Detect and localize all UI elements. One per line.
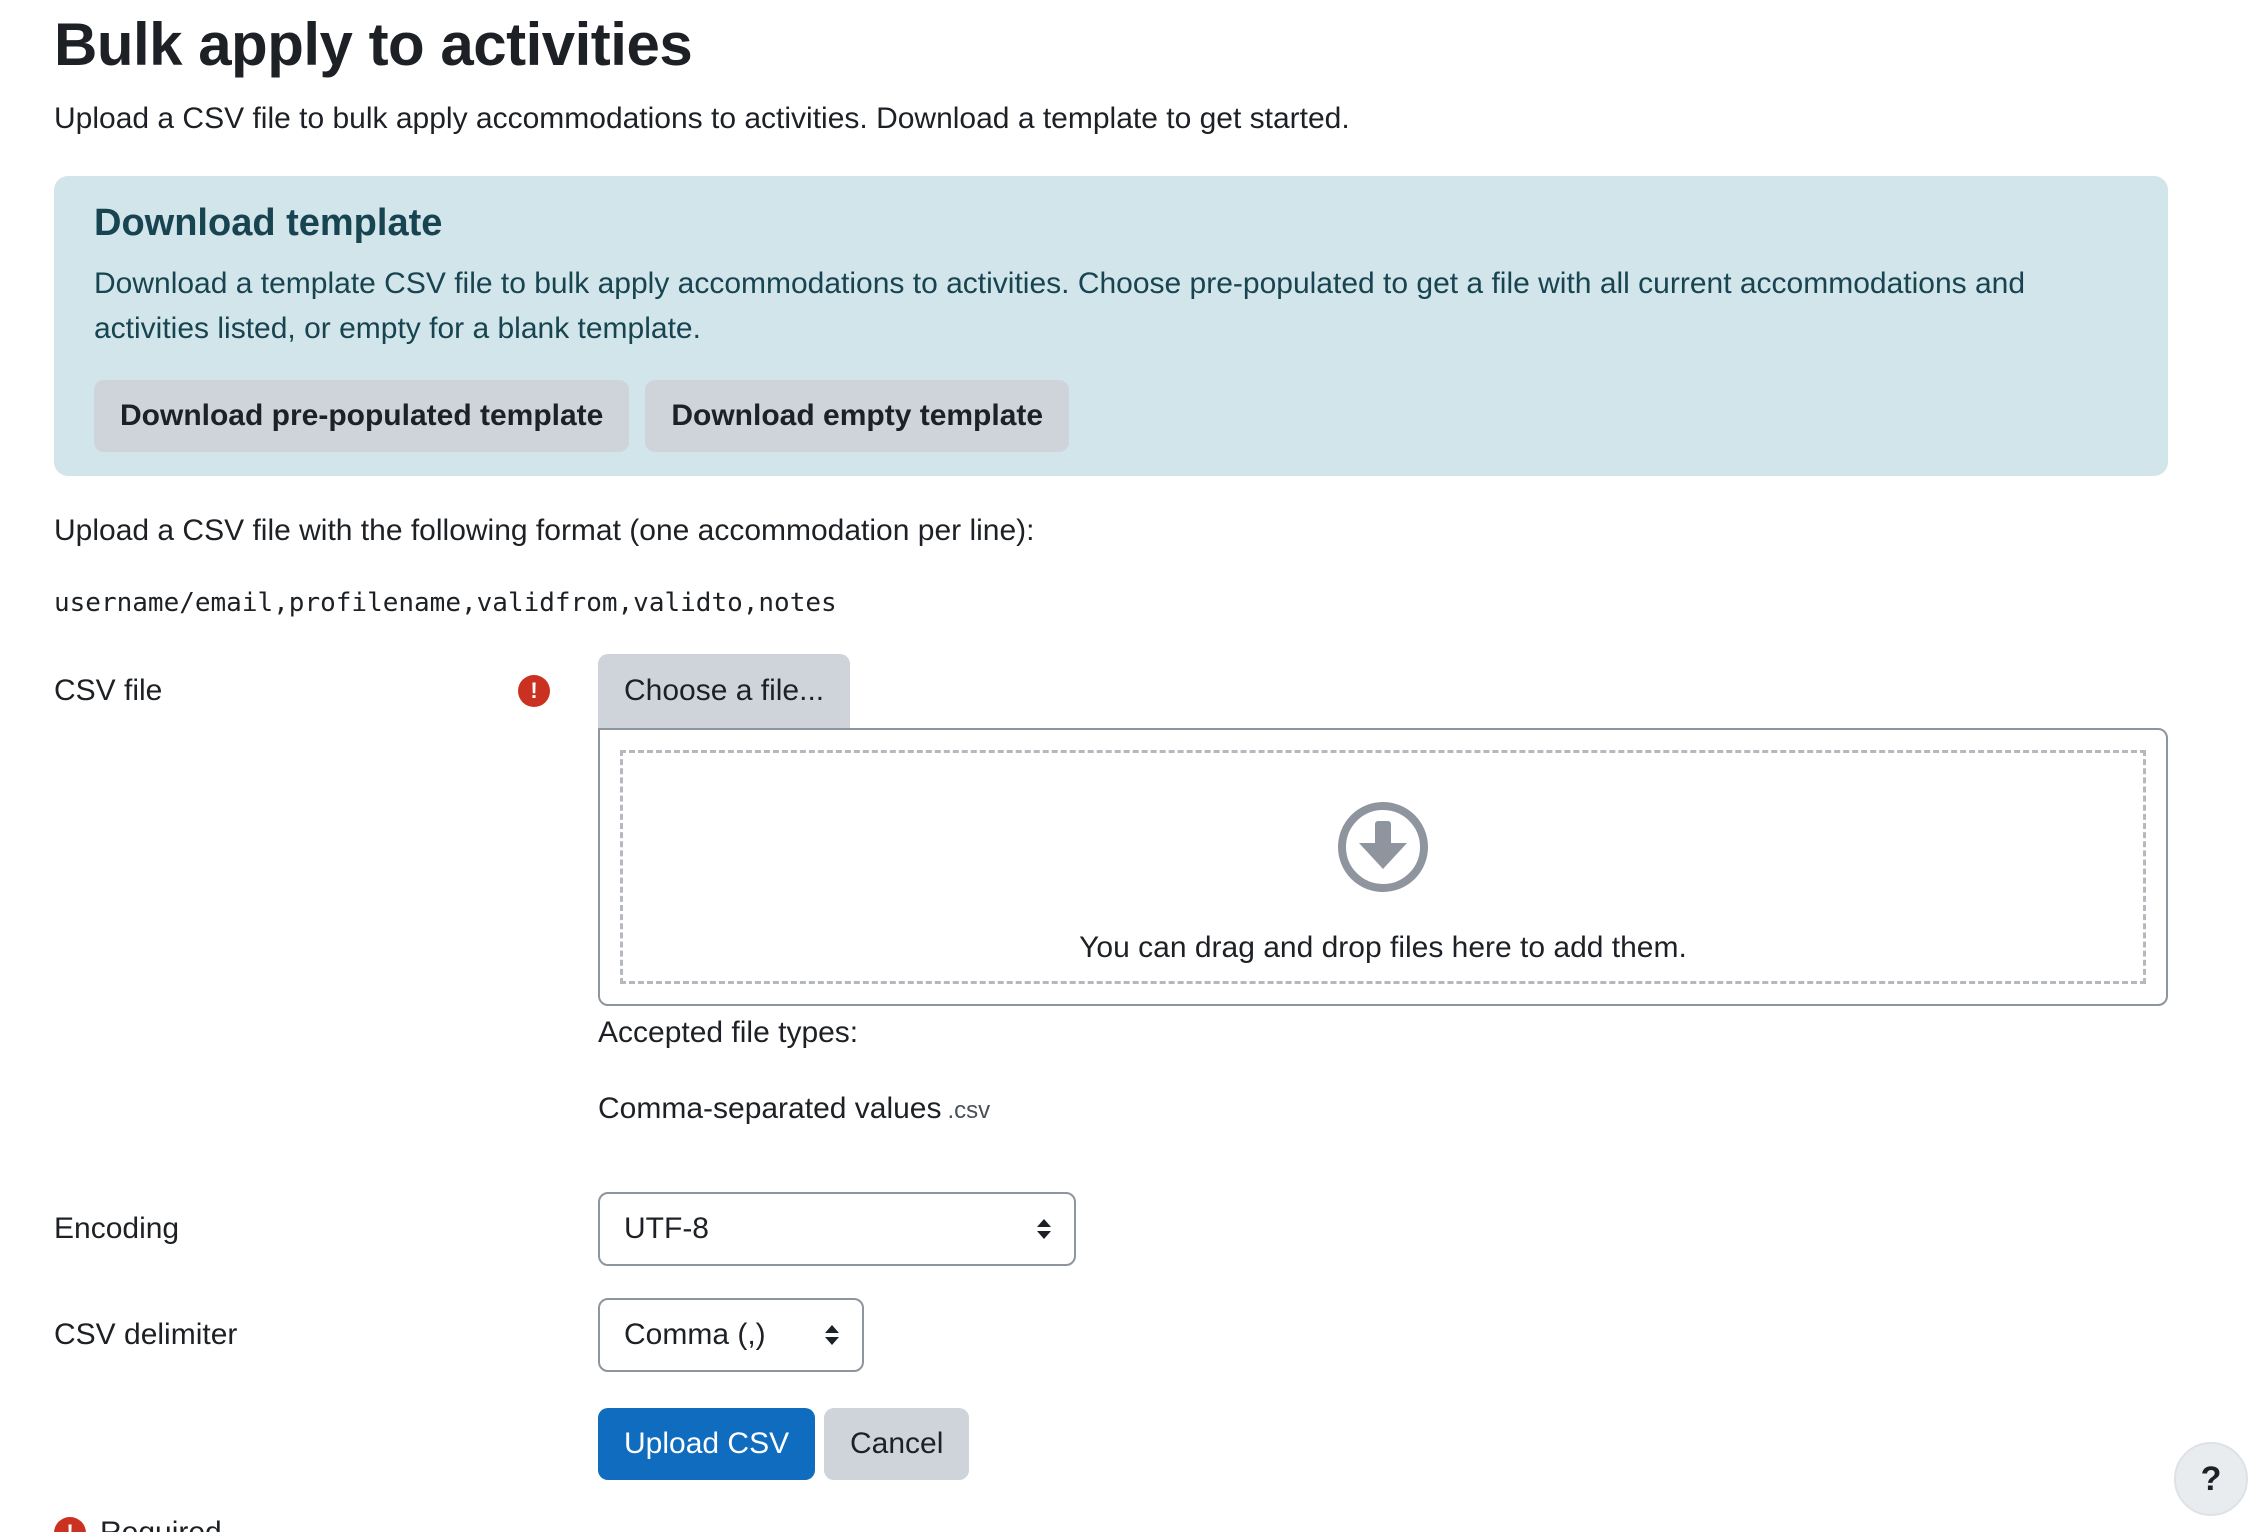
format-instructions: Upload a CSV file with the following for… [54, 514, 1035, 547]
arrow-circle-down-icon [1338, 802, 1428, 892]
accepted-type-ext: .csv [947, 1097, 991, 1124]
cancel-button[interactable]: Cancel [824, 1408, 970, 1480]
sort-arrows-icon [825, 1325, 839, 1345]
download-template-heading: Download template [94, 202, 443, 244]
help-button[interactable]: ? [2174, 1442, 2248, 1516]
delimiter-selected-value: Comma (,) [624, 1318, 766, 1351]
upload-csv-button[interactable]: Upload CSV [598, 1408, 816, 1480]
exclamation-circle-icon: ! [518, 675, 550, 707]
exclamation-circle-icon: ! [54, 1517, 86, 1532]
page-title: Bulk apply to activities [54, 11, 693, 78]
choose-file-button[interactable]: Choose a file... [598, 654, 851, 728]
csv-file-label: CSV file [54, 674, 163, 707]
accepted-type: Comma-separated values .csv [598, 1092, 990, 1126]
accepted-type-name: Comma-separated values [598, 1092, 942, 1125]
template-buttons: Download pre-populated template Download… [94, 380, 1070, 452]
encoding-label: Encoding [54, 1212, 180, 1245]
download-template-text: Download a template CSV file to bulk app… [94, 267, 2026, 345]
csv-delimiter-label: CSV delimiter [54, 1318, 238, 1351]
required-text: Required [100, 1516, 222, 1532]
dropzone-area[interactable]: You can drag and drop files here to add … [620, 750, 2146, 984]
download-template-box: Download template Download a template CS… [54, 176, 2168, 476]
page-intro: Upload a CSV file to bulk apply accommod… [54, 102, 1350, 135]
csv-delimiter-select[interactable]: Comma (,) [598, 1298, 864, 1372]
required-legend: ! Required [54, 1516, 222, 1532]
accepted-types-label: Accepted file types: [598, 1016, 859, 1049]
format-code: username/email,profilename,validfrom,val… [54, 588, 837, 618]
encoding-select[interactable]: UTF-8 [598, 1192, 1076, 1266]
download-empty-button[interactable]: Download empty template [645, 380, 1070, 452]
dropzone-text: You can drag and drop files here to add … [1079, 931, 1687, 964]
encoding-selected-value: UTF-8 [624, 1212, 709, 1245]
file-dropzone[interactable]: You can drag and drop files here to add … [598, 728, 2168, 1006]
sort-arrows-icon [1037, 1219, 1051, 1239]
download-prepopulated-button[interactable]: Download pre-populated template [94, 380, 630, 452]
